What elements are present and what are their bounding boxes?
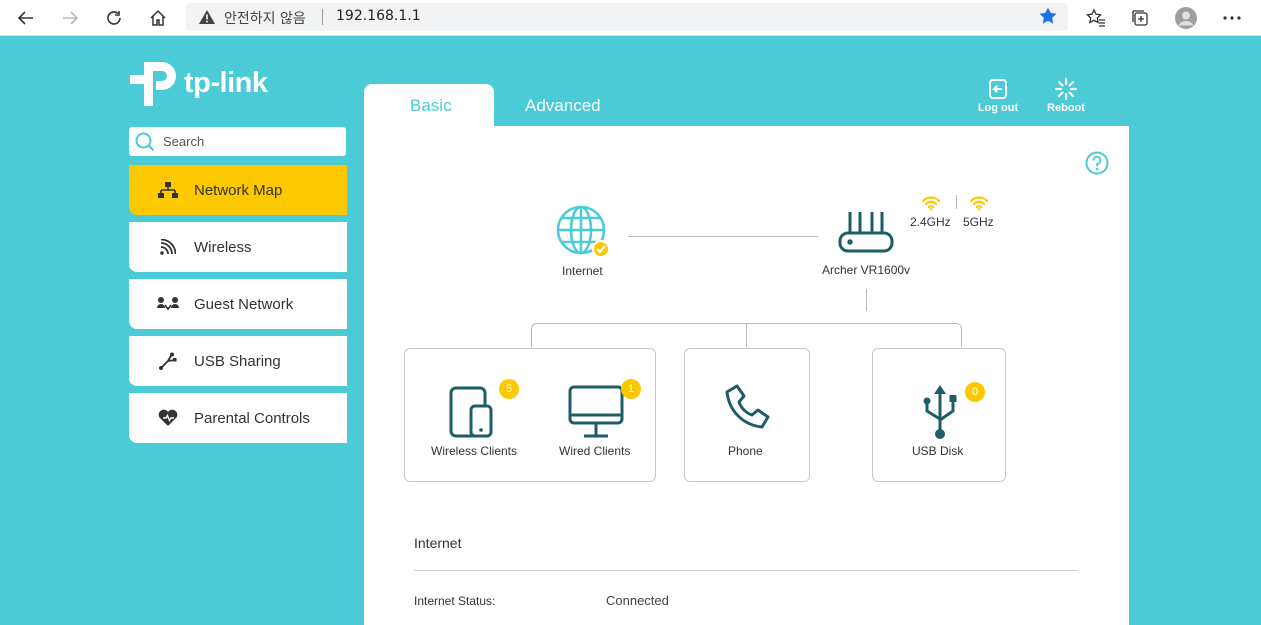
browser-toolbar: 안전하지 않음 192.168.1.1	[0, 0, 1261, 36]
band-5ghz-label: 5GHz	[963, 215, 994, 229]
section-divider	[414, 570, 1078, 571]
logout-label: Log out	[977, 102, 1019, 114]
warning-icon	[199, 10, 215, 24]
sidebar-item-label: Guest Network	[194, 296, 294, 313]
wired-clients-count: 1	[621, 379, 641, 399]
tp-link-logo: tp-link	[128, 58, 268, 108]
address-bar[interactable]: 안전하지 않음 192.168.1.1	[186, 3, 1068, 31]
phone-link	[746, 323, 747, 347]
address-separator	[322, 9, 323, 25]
tab-advanced[interactable]: Advanced	[525, 96, 601, 116]
favorite-star-icon[interactable]	[1038, 6, 1058, 26]
internet-section-title: Internet	[414, 535, 462, 551]
internet-status-key: Internet Status:	[414, 594, 496, 608]
network-map-icon	[157, 179, 179, 201]
phone-icon	[725, 384, 770, 429]
wireless-clients-label: Wireless Clients	[431, 444, 518, 458]
favorites-button[interactable]	[1081, 3, 1111, 33]
sidebar-item-usb-sharing[interactable]: USB Sharing	[129, 336, 347, 386]
band-24ghz-label: 2.4GHz	[910, 215, 951, 229]
sidebar-item-label: Wireless	[194, 239, 252, 256]
usb-disk-icon	[923, 385, 957, 439]
sidebar-item-label: Parental Controls	[194, 410, 310, 427]
more-dots-icon	[1223, 16, 1241, 20]
globe-icon[interactable]	[556, 205, 610, 259]
internet-status-value: Connected	[606, 593, 669, 608]
security-warning-text: 안전하지 않음	[224, 11, 306, 27]
main-panel: Internet Archer VR1600v 2.4GHz 5GHz 5 Wi…	[364, 126, 1129, 625]
tp-link-logo-icon	[130, 62, 176, 106]
avatar-icon	[1175, 7, 1197, 29]
back-button[interactable]	[11, 3, 41, 33]
search-input[interactable]	[163, 132, 333, 150]
wireless-clients-icon	[449, 386, 493, 438]
parental-controls-icon	[157, 407, 179, 429]
home-button[interactable]	[143, 3, 173, 33]
internet-node-label: Internet	[562, 264, 603, 278]
forward-button[interactable]	[55, 3, 85, 33]
clients-card[interactable]: 5 Wireless Clients 1 Wired Clients	[404, 348, 656, 482]
band-divider	[956, 195, 957, 209]
search-icon	[135, 132, 155, 152]
logo-text: tp-link	[184, 66, 268, 99]
usb-disk-label: USB Disk	[912, 444, 964, 458]
sidebar-item-label: USB Sharing	[194, 353, 281, 370]
reboot-label: Reboot	[1047, 102, 1085, 114]
phone-card[interactable]: Phone	[684, 348, 810, 482]
tab-basic-label: Basic	[410, 96, 452, 115]
phone-label: Phone	[728, 444, 763, 458]
wifi-5ghz-icon	[969, 196, 989, 211]
usb-sharing-icon	[157, 350, 179, 372]
search-box[interactable]	[129, 127, 346, 156]
usb-disk-card[interactable]: 0 USB Disk	[872, 348, 1006, 482]
router-icon[interactable]	[838, 209, 894, 255]
collections-icon	[1132, 10, 1148, 26]
collections-button[interactable]	[1125, 3, 1155, 33]
guest-network-icon	[157, 293, 179, 315]
reboot-button[interactable]: Reboot	[1036, 78, 1096, 114]
wifi-24ghz-icon	[921, 196, 941, 211]
home-icon	[150, 9, 166, 26]
sidebar-item-guest-network[interactable]: Guest Network	[129, 279, 347, 329]
logout-icon	[968, 78, 1028, 100]
wireless-icon	[157, 236, 179, 258]
forward-arrow-icon	[63, 11, 79, 25]
reboot-icon	[1036, 78, 1096, 100]
sidebar-item-parental-controls[interactable]: Parental Controls	[129, 393, 347, 443]
refresh-icon	[107, 11, 121, 25]
tab-basic[interactable]: Basic	[364, 84, 494, 128]
internet-router-link	[628, 236, 818, 237]
refresh-button[interactable]	[99, 3, 129, 33]
help-icon[interactable]	[1085, 151, 1109, 175]
profile-button[interactable]	[1171, 3, 1201, 33]
router-down-link	[866, 289, 867, 311]
router-label: Archer VR1600v	[822, 263, 911, 277]
wired-clients-label: Wired Clients	[559, 444, 631, 458]
sidebar-item-label: Network Map	[194, 182, 283, 199]
usb-disk-count: 0	[965, 382, 985, 402]
url-text: 192.168.1.1	[336, 8, 421, 24]
favorites-list-icon	[1086, 8, 1105, 27]
sidebar-item-network-map[interactable]: Network Map	[129, 165, 347, 215]
sidebar-item-wireless[interactable]: Wireless	[129, 222, 347, 272]
wired-clients-icon	[568, 385, 624, 438]
wireless-clients-count: 5	[499, 379, 519, 399]
more-menu-button[interactable]	[1217, 3, 1247, 33]
logout-button[interactable]: Log out	[968, 78, 1028, 114]
back-arrow-icon	[17, 11, 33, 25]
